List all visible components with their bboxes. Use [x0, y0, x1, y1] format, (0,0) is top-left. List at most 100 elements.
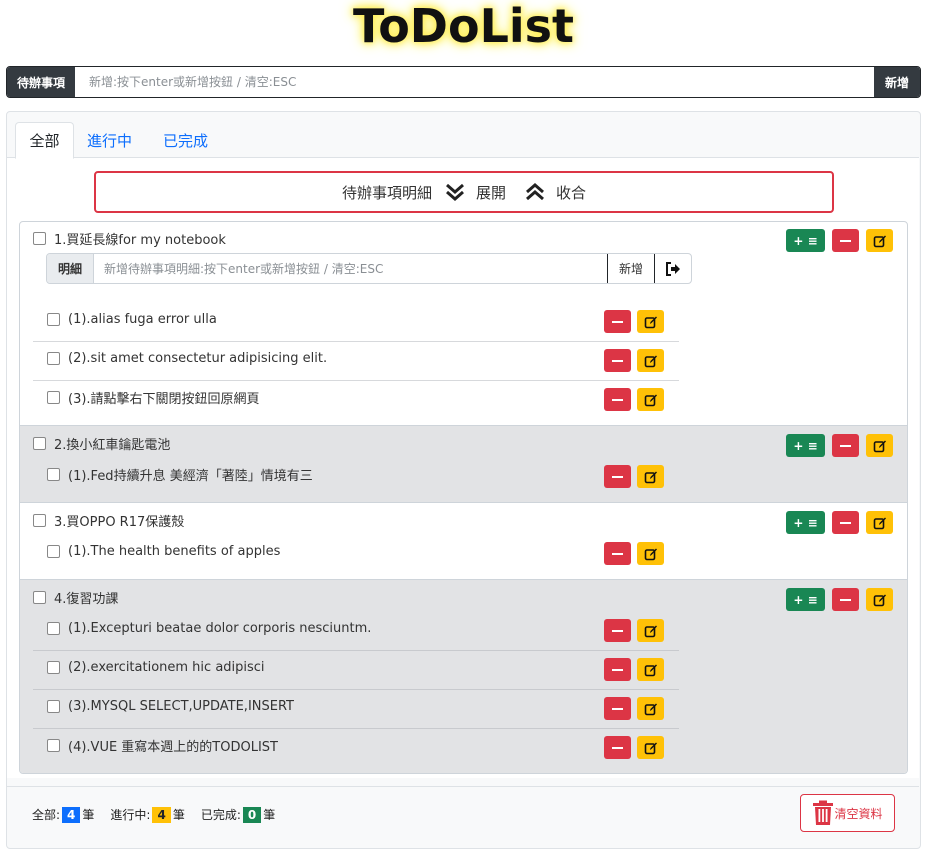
edit-detail-button[interactable]	[637, 349, 664, 372]
edit-todo-button[interactable]	[866, 434, 893, 457]
detail-toggle-bar: 待辦事項明細 展開 收合	[94, 171, 834, 213]
todo-list	[19, 221, 908, 774]
detail-checkbox[interactable]	[47, 467, 60, 481]
main-todo-input[interactable]	[75, 67, 874, 97]
edit-icon	[873, 517, 886, 529]
edit-icon	[644, 355, 657, 367]
trash-icon	[813, 800, 834, 825]
done-count-label: 已完成:	[200, 808, 241, 822]
detail-exit-button[interactable]	[654, 254, 691, 283]
delete-detail-button[interactable]	[604, 310, 631, 333]
expand-button[interactable]: 展開	[444, 181, 506, 203]
plus-list-icon: + ≡	[793, 233, 818, 248]
todo-item: 3.買OPPO R17保護殼	[33, 512, 184, 530]
detail-text: (3).請點擊右下關閉按鈕回原網頁	[68, 391, 260, 407]
edit-detail-button[interactable]	[637, 542, 664, 565]
detail-divider	[33, 380, 679, 381]
edit-icon	[644, 316, 657, 328]
edit-icon	[644, 625, 657, 637]
minus-icon	[612, 398, 623, 401]
active-count-label: 進行中:	[110, 808, 151, 822]
detail-checkbox[interactable]	[47, 621, 60, 635]
delete-detail-button[interactable]	[604, 465, 631, 488]
detail-checkbox[interactable]	[47, 351, 60, 365]
main-add-button[interactable]: 新增	[874, 67, 920, 97]
minus-icon	[612, 359, 623, 362]
detail-item: (1).Excepturi beatae dolor corporis nesc…	[47, 620, 371, 636]
add-detail-button[interactable]: + ≡	[786, 434, 825, 457]
todo-checkbox[interactable]	[33, 436, 46, 450]
edit-detail-button[interactable]	[637, 619, 664, 642]
delete-todo-button[interactable]	[832, 229, 859, 252]
edit-detail-button[interactable]	[637, 465, 664, 488]
minus-icon	[840, 444, 851, 447]
add-detail-button[interactable]: + ≡	[786, 588, 825, 611]
tab-all[interactable]: 全部	[15, 122, 74, 159]
done-count-badge: 0	[242, 806, 262, 823]
edit-icon	[873, 440, 886, 452]
edit-detail-button[interactable]	[637, 697, 664, 720]
detail-item: (3).MYSQL SELECT,UPDATE,INSERT	[47, 698, 294, 714]
delete-todo-button[interactable]	[832, 588, 859, 611]
tab-active[interactable]: 進行中	[87, 122, 132, 158]
plus-list-icon: + ≡	[793, 515, 818, 530]
todo-checkbox[interactable]	[33, 590, 46, 604]
detail-checkbox[interactable]	[47, 660, 60, 674]
detail-checkbox[interactable]	[47, 312, 60, 326]
edit-detail-button[interactable]	[637, 658, 664, 681]
delete-todo-button[interactable]	[832, 511, 859, 534]
page-title: ToDoList	[352, 0, 575, 53]
double-chevron-up-icon	[526, 183, 544, 201]
detail-item: (1).Fed持續升息 美經濟「著陸」情境有三	[47, 466, 313, 484]
minus-icon	[840, 239, 851, 242]
detail-checkbox[interactable]	[47, 390, 60, 404]
delete-detail-button[interactable]	[604, 697, 631, 720]
detail-bar-label: 待辦事項明細	[341, 183, 432, 202]
double-chevron-down-icon	[445, 183, 464, 201]
exit-icon	[666, 261, 680, 276]
edit-icon	[644, 664, 657, 676]
delete-detail-button[interactable]	[604, 736, 631, 759]
detail-divider	[33, 341, 679, 342]
edit-detail-button[interactable]	[637, 388, 664, 411]
main-input-label: 待辦事項	[7, 67, 75, 97]
detail-text: (1).Excepturi beatae dolor corporis nesc…	[68, 620, 372, 636]
delete-detail-button[interactable]	[604, 619, 631, 642]
detail-divider	[33, 689, 679, 690]
delete-detail-button[interactable]	[604, 658, 631, 681]
detail-checkbox[interactable]	[47, 544, 60, 558]
unit-label: 筆	[263, 808, 276, 822]
delete-detail-button[interactable]	[604, 388, 631, 411]
detail-item: (4).VUE 重寫本週上的的TODOLIST	[47, 737, 278, 755]
detail-add-button[interactable]: 新增	[607, 254, 654, 283]
edit-detail-button[interactable]	[637, 310, 664, 333]
edit-icon	[644, 742, 657, 754]
detail-checkbox[interactable]	[47, 699, 60, 713]
edit-todo-button[interactable]	[866, 511, 893, 534]
detail-divider	[33, 650, 679, 651]
todo-item: 1.買延長線for my notebook	[33, 230, 226, 248]
edit-detail-button[interactable]	[637, 736, 664, 759]
delete-detail-button[interactable]	[604, 542, 631, 565]
detail-input[interactable]	[94, 254, 607, 283]
edit-todo-button[interactable]	[866, 229, 893, 252]
minus-icon	[612, 552, 623, 555]
todo-checkbox[interactable]	[33, 231, 46, 245]
expand-label: 展開	[475, 183, 506, 202]
edit-todo-button[interactable]	[866, 588, 893, 611]
minus-icon	[612, 707, 623, 710]
add-detail-button[interactable]: + ≡	[786, 511, 825, 534]
detail-checkbox[interactable]	[47, 738, 60, 752]
delete-detail-button[interactable]	[604, 349, 631, 372]
tab-done[interactable]: 已完成	[163, 122, 208, 158]
minus-icon	[612, 629, 623, 632]
add-detail-button[interactable]: + ≡	[786, 229, 825, 252]
summary-bar: 全部: 4 筆 進行中: 4 筆 已完成: 0 筆	[32, 806, 275, 823]
edit-icon	[644, 548, 657, 560]
delete-todo-button[interactable]	[832, 434, 859, 457]
clear-data-button[interactable]: 清空資料	[800, 794, 895, 832]
todo-checkbox[interactable]	[33, 513, 46, 527]
plus-list-icon: + ≡	[793, 592, 818, 607]
active-count-badge: 4	[152, 806, 171, 823]
collapse-button[interactable]: 收合	[518, 181, 586, 203]
